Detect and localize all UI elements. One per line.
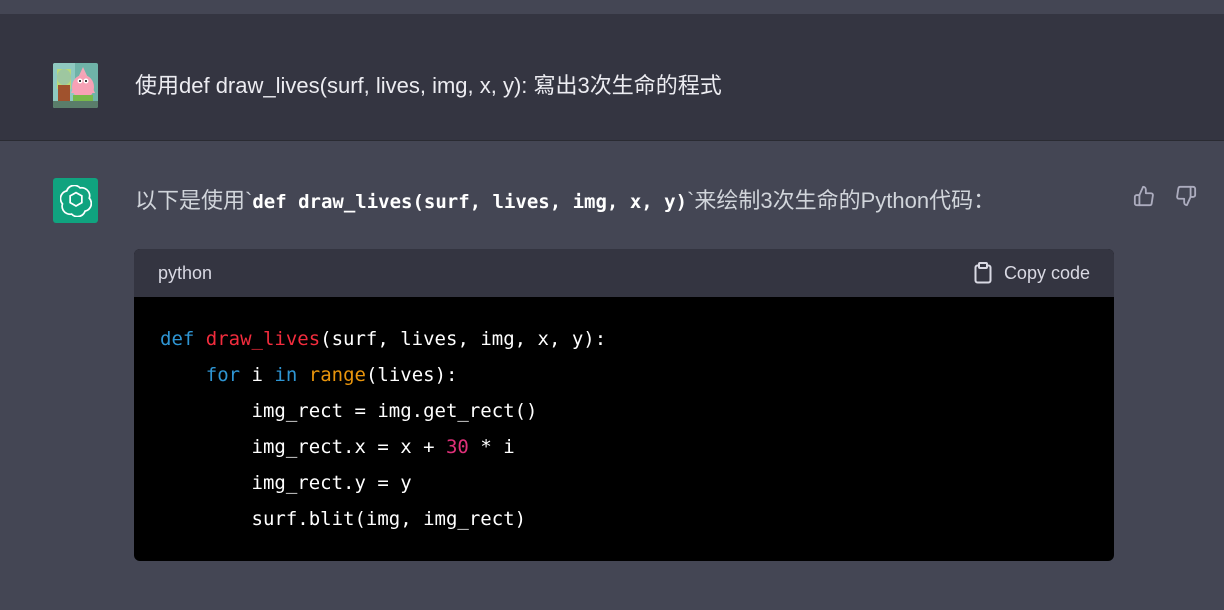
thumbs-up-icon xyxy=(1133,185,1154,207)
code-token: range xyxy=(308,364,366,386)
thumbs-down-icon xyxy=(1176,185,1197,207)
code-token: draw_lives xyxy=(205,328,321,350)
user-avatar xyxy=(53,63,98,108)
code-line: surf.blit(img, img_rect) xyxy=(160,501,1114,537)
thumbs-down-button[interactable] xyxy=(1172,182,1200,210)
code-token: img_rect = img.get_rect() xyxy=(160,400,538,422)
code-token: for xyxy=(205,364,241,386)
code-token: surf.blit(img, img_rect) xyxy=(160,508,527,530)
code-line: img_rect.y = y xyxy=(160,465,1114,501)
thumbs-up-button[interactable] xyxy=(1130,182,1158,210)
assistant-intro-text: 以下是使用` def draw_lives(surf, lives, img, … xyxy=(135,183,995,215)
code-token: (lives): xyxy=(365,364,458,386)
chat-page: 使用def draw_lives(surf, lives, img, x, y)… xyxy=(0,0,1224,610)
code-line: def draw_lives(surf, lives, img, x, y): xyxy=(160,321,1114,357)
intro-prefix: 以下是使用` xyxy=(135,188,253,213)
code-content: def draw_lives(surf, lives, img, x, y): … xyxy=(134,297,1114,537)
code-token: in xyxy=(274,364,298,386)
code-block: python Copy code def draw_lives(surf, li… xyxy=(134,249,1114,561)
code-line: img_rect = img.get_rect() xyxy=(160,393,1114,429)
code-line: img_rect.x = x + 30 * i xyxy=(160,429,1114,465)
code-token: * i xyxy=(468,436,515,458)
code-token: img_rect.y = y xyxy=(160,472,412,494)
inline-code-signature: def draw_lives(surf, lives, img, x, y) xyxy=(252,191,688,213)
chatgpt-logo-icon xyxy=(53,178,98,223)
code-block-header: python Copy code xyxy=(134,249,1114,297)
code-token: 30 xyxy=(445,436,469,458)
code-token: img_rect.x = x + xyxy=(160,436,446,458)
code-token: (surf, lives, img, x, y): xyxy=(320,328,607,350)
code-token: def xyxy=(160,328,195,350)
code-token: i xyxy=(240,364,275,386)
clipboard-icon xyxy=(974,262,992,284)
copy-code-button[interactable]: Copy code xyxy=(974,262,1090,284)
code-language-label: python xyxy=(158,262,213,283)
assistant-message-row: 以下是使用` def draw_lives(surf, lives, img, … xyxy=(0,141,1224,610)
code-line: for i in range(lives): xyxy=(160,357,1114,393)
user-message-text: 使用def draw_lives(surf, lives, img, x, y)… xyxy=(135,73,722,98)
intro-suffix: `来绘制3次生命的Python代码： xyxy=(687,188,996,213)
copy-code-label: Copy code xyxy=(1003,262,1090,283)
user-message-row: 使用def draw_lives(surf, lives, img, x, y)… xyxy=(0,14,1224,141)
top-strip xyxy=(0,0,1224,14)
